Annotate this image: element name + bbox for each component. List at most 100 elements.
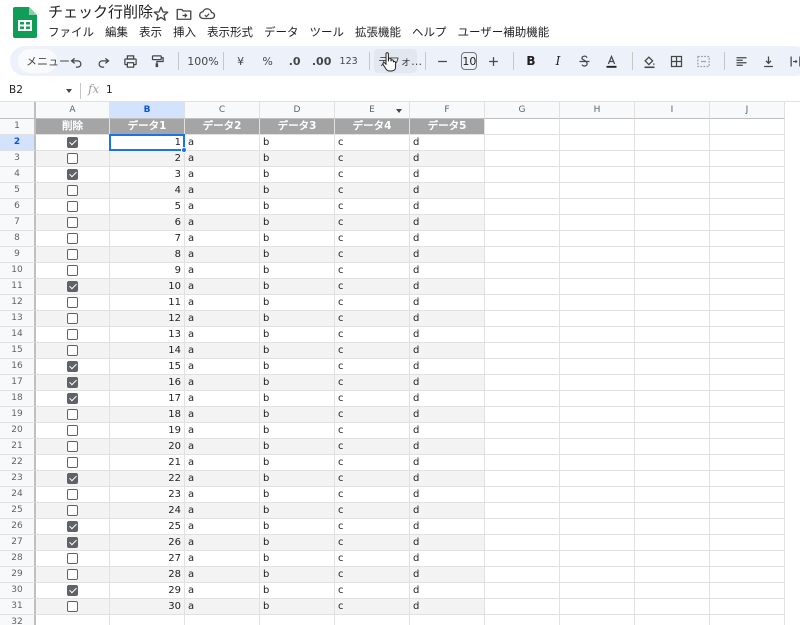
header-data2[interactable]: データ2 (185, 119, 260, 135)
delete-checkbox[interactable] (67, 377, 78, 388)
cell-c22[interactable]: a (185, 455, 260, 471)
cell-b8[interactable]: 7 (110, 231, 185, 247)
cell-i31[interactable] (635, 599, 710, 615)
spreadsheet-grid[interactable]: A B C D E F G H I J 1 削除 データ1 データ2 データ3 データ4 データ5 2 1 a b c d 3… (0, 102, 800, 625)
cell-f5[interactable]: d (410, 183, 485, 199)
cell-i21[interactable] (635, 439, 710, 455)
decrease-font-size-button[interactable] (430, 49, 454, 73)
document-title[interactable]: チェック行削除 (48, 1, 153, 23)
cell-j15[interactable] (710, 343, 785, 359)
cell-h23[interactable] (560, 471, 635, 487)
cell-c19[interactable]: a (185, 407, 260, 423)
cell-f4[interactable]: d (410, 167, 485, 183)
cell-a20[interactable] (36, 423, 110, 439)
cell-b12[interactable]: 11 (110, 295, 185, 311)
cell-j27[interactable] (710, 535, 785, 551)
cell-g26[interactable] (485, 519, 560, 535)
cell-g11[interactable] (485, 279, 560, 295)
cell-b17[interactable]: 16 (110, 375, 185, 391)
cell-h14[interactable] (560, 327, 635, 343)
header-data1[interactable]: データ1 (110, 119, 185, 135)
cell-a12[interactable] (36, 295, 110, 311)
cell-a13[interactable] (36, 311, 110, 327)
cell-d4[interactable]: b (260, 167, 335, 183)
row-header-25[interactable]: 25 (0, 503, 36, 519)
delete-checkbox[interactable] (67, 505, 78, 516)
cell-g25[interactable] (485, 503, 560, 519)
cell-b13[interactable]: 12 (110, 311, 185, 327)
cell-b27[interactable]: 26 (110, 535, 185, 551)
cell-d8[interactable]: b (260, 231, 335, 247)
cell-c29[interactable]: a (185, 567, 260, 583)
row-header-17[interactable]: 17 (0, 375, 36, 391)
cell-f14[interactable]: d (410, 327, 485, 343)
cell-j11[interactable] (710, 279, 785, 295)
cell-e17[interactable]: c (335, 375, 410, 391)
italic-button[interactable]: I (546, 49, 570, 73)
cell-a26[interactable] (36, 519, 110, 535)
cell-a31[interactable] (36, 599, 110, 615)
cell-i16[interactable] (635, 359, 710, 375)
cell-e30[interactable]: c (335, 583, 410, 599)
cell-g9[interactable] (485, 247, 560, 263)
font-size-input[interactable]: 10 (461, 52, 478, 70)
cell-f20[interactable]: d (410, 423, 485, 439)
cell-b28[interactable]: 27 (110, 551, 185, 567)
cell-b9[interactable]: 8 (110, 247, 185, 263)
cell-j14[interactable] (710, 327, 785, 343)
format-percent-button[interactable]: % (256, 49, 280, 73)
cell-g2[interactable] (485, 135, 560, 151)
cell-a16[interactable] (36, 359, 110, 375)
cell-c8[interactable]: a (185, 231, 260, 247)
cell-i18[interactable] (635, 391, 710, 407)
menu-file[interactable]: ファイル (48, 23, 98, 41)
cell-e4[interactable]: c (335, 167, 410, 183)
cell-j12[interactable] (710, 295, 785, 311)
cell-c4[interactable]: a (185, 167, 260, 183)
cell-d25[interactable]: b (260, 503, 335, 519)
header-data5[interactable]: データ5 (410, 119, 485, 135)
horizontal-align-button[interactable] (729, 49, 753, 73)
cell-c15[interactable]: a (185, 343, 260, 359)
row-header-28[interactable]: 28 (0, 551, 36, 567)
menu-tools[interactable]: ツール (306, 23, 349, 41)
cell-h29[interactable] (560, 567, 635, 583)
cell-j23[interactable] (710, 471, 785, 487)
cell-i32[interactable] (635, 615, 710, 625)
select-all-corner[interactable] (0, 102, 36, 119)
row-header-18[interactable]: 18 (0, 391, 36, 407)
cell-j22[interactable] (710, 455, 785, 471)
delete-checkbox[interactable] (67, 137, 78, 148)
bold-button[interactable]: B (519, 49, 543, 73)
cell-d23[interactable]: b (260, 471, 335, 487)
cell-c25[interactable]: a (185, 503, 260, 519)
cell-h9[interactable] (560, 247, 635, 263)
cell-g3[interactable] (485, 151, 560, 167)
cell-f17[interactable]: d (410, 375, 485, 391)
cell-f10[interactable]: d (410, 263, 485, 279)
cell-h1[interactable] (560, 119, 635, 135)
cell-g32[interactable] (485, 615, 560, 625)
delete-checkbox[interactable] (67, 297, 78, 308)
menu-format[interactable]: 表示形式 (203, 23, 257, 41)
redo-button[interactable] (92, 49, 116, 73)
cell-j21[interactable] (710, 439, 785, 455)
cell-e10[interactable]: c (335, 263, 410, 279)
cell-i22[interactable] (635, 455, 710, 471)
cell-c24[interactable]: a (185, 487, 260, 503)
cell-g21[interactable] (485, 439, 560, 455)
cell-d19[interactable]: b (260, 407, 335, 423)
cell-h3[interactable] (560, 151, 635, 167)
menu-view[interactable]: 表示 (135, 23, 166, 41)
chevron-down-icon[interactable] (396, 109, 402, 113)
cell-a32[interactable] (36, 615, 110, 625)
cell-h18[interactable] (560, 391, 635, 407)
cell-g31[interactable] (485, 599, 560, 615)
column-header-g[interactable]: G (485, 102, 560, 119)
cell-e9[interactable]: c (335, 247, 410, 263)
fill-handle[interactable] (181, 147, 187, 153)
delete-checkbox[interactable] (67, 409, 78, 420)
row-header-22[interactable]: 22 (0, 455, 36, 471)
cell-f8[interactable]: d (410, 231, 485, 247)
cell-a25[interactable] (36, 503, 110, 519)
